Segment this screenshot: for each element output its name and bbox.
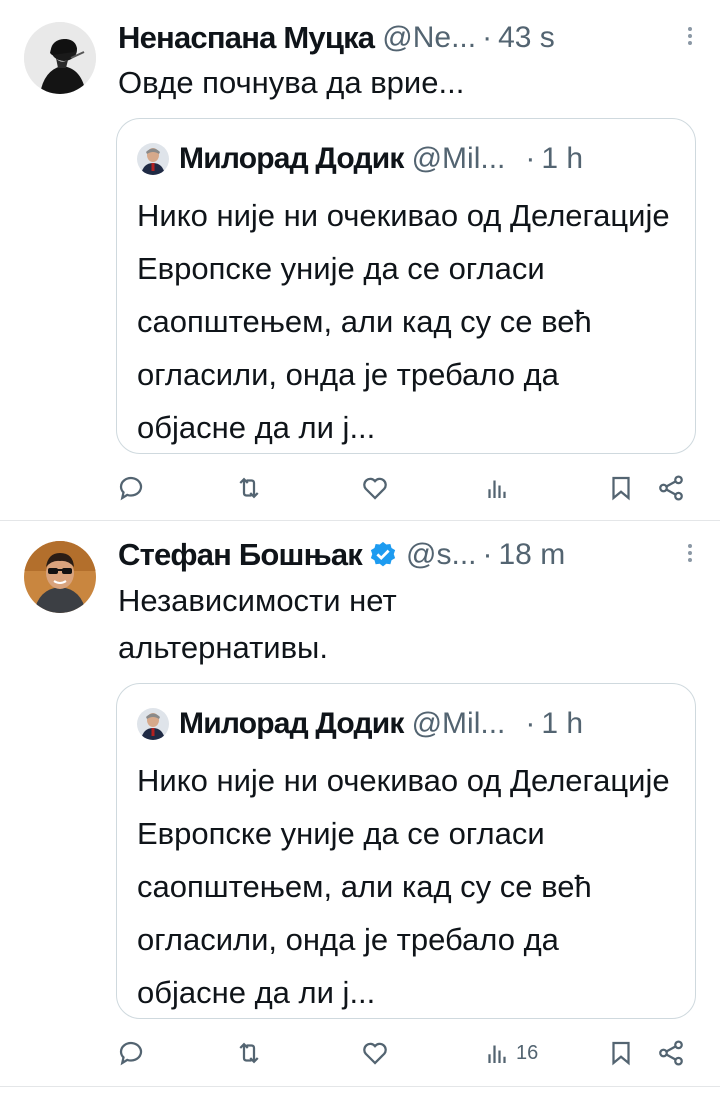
bookmark-button[interactable] bbox=[606, 468, 636, 508]
reply-button[interactable] bbox=[116, 1033, 150, 1073]
quote-text: Нико није ни очекивао од Делегације Евро… bbox=[137, 763, 670, 1010]
separator-dot: · bbox=[482, 538, 493, 571]
retweet-icon bbox=[239, 1042, 259, 1064]
share-button[interactable] bbox=[656, 1033, 686, 1073]
tweet[interactable]: Стефан Бошњак @s... · 18 m Независимости… bbox=[0, 521, 720, 1093]
reply-button[interactable] bbox=[116, 468, 150, 508]
tweet-text: Независимости нет альтернативы. bbox=[118, 577, 700, 671]
share-button[interactable] bbox=[656, 468, 686, 508]
quote-header: Милорад Додик @Mil... · 1 h bbox=[137, 139, 677, 179]
separator-dot: · bbox=[525, 142, 536, 175]
heart-icon bbox=[363, 1042, 387, 1065]
tweet-header: Стефан Бошњак @s... · 18 m bbox=[118, 535, 700, 575]
tweet-text: Овде почнува да врие... bbox=[118, 65, 465, 100]
author-handle[interactable]: @s... bbox=[406, 538, 476, 572]
bookmark-icon bbox=[612, 1041, 630, 1066]
action-bar bbox=[0, 468, 720, 508]
verified-badge-icon bbox=[370, 541, 396, 567]
heart-icon bbox=[363, 477, 387, 500]
tweet[interactable]: Ненаспана Муцка @Ne... · 43 s Овде почну… bbox=[0, 0, 720, 520]
more-icon[interactable] bbox=[680, 541, 700, 571]
more-icon[interactable] bbox=[680, 24, 700, 54]
views-icon bbox=[488, 1045, 506, 1063]
like-button[interactable] bbox=[360, 468, 394, 508]
action-bar: 16 bbox=[0, 1033, 720, 1073]
retweet-icon bbox=[239, 477, 259, 499]
reply-icon bbox=[119, 1041, 143, 1066]
quote-author-name: Милорад Додик bbox=[179, 142, 404, 175]
avatar bbox=[137, 143, 169, 175]
quote-author-handle: @Mil... bbox=[411, 142, 506, 175]
reply-icon bbox=[119, 476, 143, 501]
tweet-divider bbox=[0, 1086, 720, 1087]
timestamp[interactable]: 43 s bbox=[498, 21, 555, 55]
bookmark-icon bbox=[612, 476, 630, 501]
avatar bbox=[137, 708, 169, 740]
share-icon bbox=[659, 475, 683, 501]
quote-text: Нико није ни очекивао од Делегације Евро… bbox=[137, 198, 670, 445]
quoted-tweet[interactable]: Милорад Додик @Mil... · 1 h Нико није ни… bbox=[116, 683, 696, 1019]
quote-timestamp: 1 h bbox=[541, 142, 584, 175]
author-name[interactable]: Стефан Бошњак bbox=[118, 537, 363, 573]
bookmark-button[interactable] bbox=[606, 1033, 636, 1073]
avatar[interactable] bbox=[24, 541, 96, 613]
retweet-button[interactable] bbox=[234, 468, 268, 508]
separator-dot: · bbox=[525, 707, 536, 740]
tweet-header: Ненаспана Муцка @Ne... · 43 s bbox=[118, 18, 700, 58]
timestamp[interactable]: 18 m bbox=[499, 538, 566, 572]
tweet-text-line: альтернативы. bbox=[118, 630, 328, 665]
views-button[interactable]: 16 bbox=[482, 1033, 538, 1073]
like-button[interactable] bbox=[360, 1033, 394, 1073]
author-handle[interactable]: @Ne... bbox=[382, 21, 476, 55]
author-name[interactable]: Ненаспана Муцка bbox=[118, 20, 375, 56]
views-button[interactable] bbox=[482, 468, 516, 508]
share-icon bbox=[659, 1040, 683, 1066]
tweet-text-line: Независимости нет bbox=[118, 583, 397, 618]
retweet-button[interactable] bbox=[234, 1033, 268, 1073]
quote-timestamp: 1 h bbox=[541, 707, 584, 740]
views-count: 16 bbox=[516, 1041, 539, 1064]
separator-dot: · bbox=[482, 21, 493, 54]
avatar[interactable] bbox=[24, 22, 96, 94]
views-icon bbox=[488, 480, 506, 498]
quote-author-handle: @Mil... bbox=[411, 707, 506, 740]
quote-author-name: Милорад Додик bbox=[179, 707, 404, 740]
quoted-tweet[interactable]: Милорад Додик @Mil... · 1 h Нико није ни… bbox=[116, 118, 696, 454]
quote-header: Милорад Додик @Mil... · 1 h bbox=[137, 704, 677, 744]
